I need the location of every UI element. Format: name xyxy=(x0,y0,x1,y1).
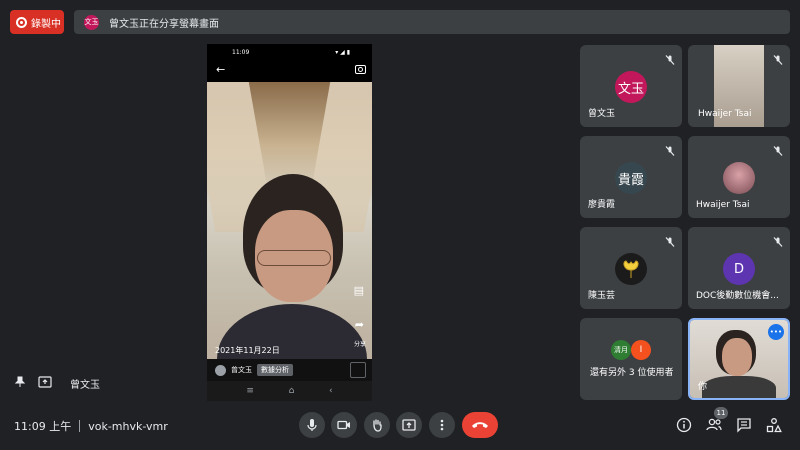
menu-icon: ≡ xyxy=(246,386,254,396)
participant-tile[interactable]: 貴霞 廖貴霞 xyxy=(580,136,682,218)
mic-icon xyxy=(307,419,317,431)
meeting-time: 11:09 上午 xyxy=(14,420,72,433)
ginkgo-leaf-avatar xyxy=(615,253,647,285)
phone-video-frame xyxy=(207,82,372,381)
uploader-name: 曾文玉 xyxy=(231,366,252,374)
presenter-name: 曾文玉 xyxy=(70,380,100,391)
screen-share-banner: 文玉 曾文玉正在分享螢幕畫面 xyxy=(74,10,790,34)
more-options-icon[interactable]: ••• xyxy=(768,324,784,340)
participant-avatar: 清月 xyxy=(611,340,631,360)
phone-footer: 曾文玉 數據分析 xyxy=(207,359,372,381)
participant-name: Hwaijer Tsai xyxy=(696,200,750,210)
presenter-avatar: 文玉 xyxy=(84,14,99,30)
participant-name: Hwaijer Tsai xyxy=(698,109,752,119)
camera-icon xyxy=(355,65,366,74)
video-camera-icon xyxy=(337,420,350,430)
hand-icon xyxy=(373,419,382,432)
participant-name: DOC後勤數位機會... xyxy=(696,291,779,301)
participant-tile[interactable]: 陳玉芸 xyxy=(580,227,682,309)
more-vert-icon xyxy=(440,419,444,431)
chat-icon xyxy=(737,418,751,433)
self-face xyxy=(722,338,752,376)
participant-avatar: I xyxy=(631,340,651,360)
back-arrow-icon: ← xyxy=(216,63,226,76)
comment-icon: ▤ xyxy=(353,284,364,297)
more-participants-label: 還有另外 3 位使用者 xyxy=(590,368,674,378)
meeting-details-button[interactable] xyxy=(673,414,695,436)
mic-off-icon xyxy=(664,142,676,156)
video-tag: 數據分析 xyxy=(257,364,293,376)
self-name: 你 xyxy=(698,382,708,392)
back-chevron-icon: ‹ xyxy=(329,386,333,396)
phone-footer-button xyxy=(350,362,366,378)
record-icon xyxy=(16,16,27,28)
participant-name: 陳玉芸 xyxy=(588,291,616,301)
meeting-code: vok-mhvk-vmr xyxy=(88,419,168,433)
people-icon xyxy=(706,418,722,431)
mic-off-icon xyxy=(772,51,784,65)
raise-hand-button[interactable] xyxy=(364,412,390,438)
camera-button[interactable] xyxy=(331,412,357,438)
self-tile[interactable]: ••• 你 xyxy=(688,318,790,400)
participant-avatar: D xyxy=(723,253,755,285)
phone-status-time: 11:09 xyxy=(232,48,250,56)
recording-indicator[interactable]: 錄製中 xyxy=(10,10,64,34)
present-icon xyxy=(402,419,416,431)
participant-tile[interactable]: D DOC後勤數位機會... xyxy=(688,227,790,309)
participant-tile[interactable]: 文玉 曾文玉 xyxy=(580,45,682,127)
shared-screen: 11:09 ▾ ◢ ▮ ← 2021年11月22日 ▤ ➦ 分享 曾文玉 數據分… xyxy=(207,44,372,381)
share-label: 分享 xyxy=(353,341,366,348)
home-icon: ⌂ xyxy=(288,386,295,396)
screen-share-text: 曾文玉正在分享螢幕畫面 xyxy=(109,18,219,30)
present-now-button[interactable] xyxy=(396,412,422,438)
participant-avatar: 貴霞 xyxy=(615,162,647,194)
participant-avatar: 文玉 xyxy=(615,71,647,103)
participant-tile[interactable]: Hwaijer Tsai xyxy=(688,136,790,218)
participant-photo-avatar xyxy=(723,162,755,194)
mic-off-icon xyxy=(772,142,784,156)
call-end-icon xyxy=(472,422,488,428)
mic-off-icon xyxy=(664,51,676,65)
self-body xyxy=(702,376,776,398)
phone-status-bar: 11:09 ▾ ◢ ▮ xyxy=(207,44,372,60)
microphone-button[interactable] xyxy=(299,412,325,438)
meeting-info: 11:09 上午 vok-mhvk-vmr xyxy=(14,418,168,434)
leave-call-button[interactable] xyxy=(462,412,498,438)
phone-app-bar: ← xyxy=(207,60,372,82)
pin-icon[interactable] xyxy=(14,376,26,391)
uploader-avatar xyxy=(215,364,226,376)
divider xyxy=(79,420,81,432)
phone-status-icons: ▾ ◢ ▮ xyxy=(335,48,350,56)
people-count-badge: 11 xyxy=(714,407,728,419)
more-options-button[interactable] xyxy=(429,412,455,438)
participant-tile[interactable]: Hwaijer Tsai xyxy=(688,45,790,127)
info-icon xyxy=(676,417,692,433)
participant-name: 曾文玉 xyxy=(588,109,616,119)
mic-off-icon xyxy=(772,233,784,247)
more-participants-tile[interactable]: 清月 I 還有另外 3 位使用者 xyxy=(580,318,682,400)
video-date: 2021年11月22日 xyxy=(215,346,280,355)
activities-icon xyxy=(766,418,782,433)
present-screen-icon[interactable] xyxy=(38,376,52,391)
glasses xyxy=(257,250,331,266)
mic-off-icon xyxy=(664,233,676,247)
recording-label: 錄製中 xyxy=(31,18,61,30)
share-arrow-icon: ➦ xyxy=(354,318,364,331)
phone-nav-bar: ≡ ⌂ ‹ xyxy=(207,381,372,401)
activities-button[interactable] xyxy=(763,414,785,436)
chat-button[interactable] xyxy=(733,414,755,436)
participant-name: 廖貴霞 xyxy=(588,200,616,210)
presenter-indicator: 曾文玉 xyxy=(14,376,100,391)
